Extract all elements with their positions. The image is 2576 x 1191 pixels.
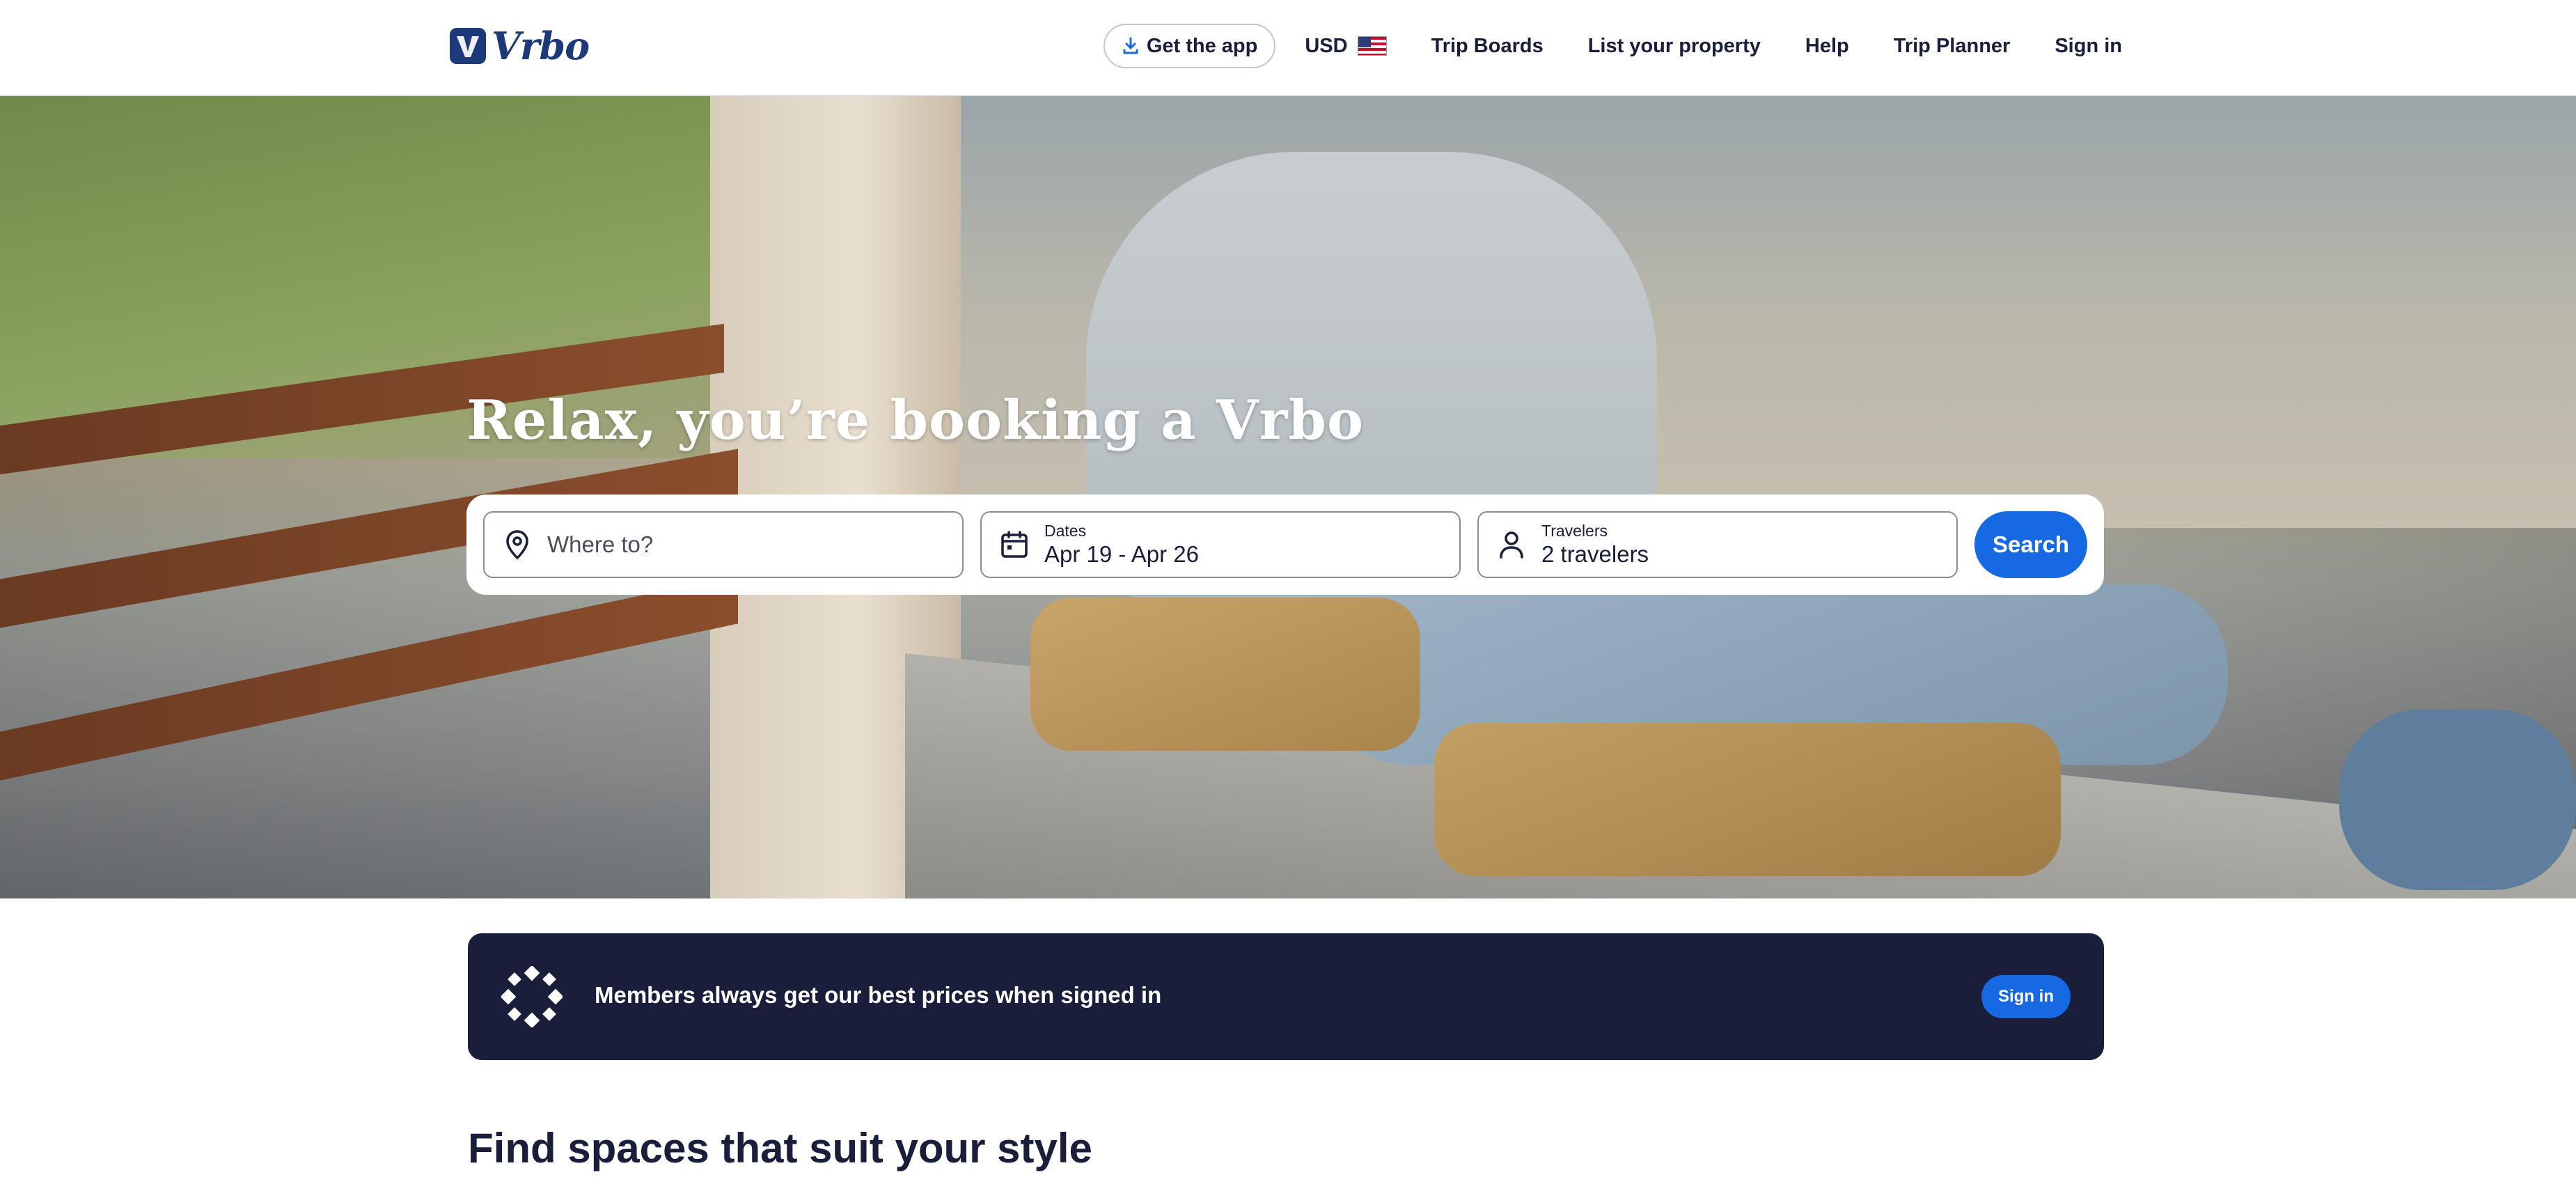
member-rewards-icon [501,966,563,1027]
search-bar: Where to? Dates Apr 19 - Apr 26 Traveler… [466,495,2104,595]
nav-trip-boards[interactable]: Trip Boards [1431,35,1544,58]
vrbo-logo[interactable]: Vrbo [450,24,590,68]
get-the-app-label: Get the app [1146,34,1258,57]
dates-value: Apr 19 - Apr 26 [1044,541,1199,567]
travelers-value: 2 travelers [1541,541,1649,567]
member-prices-banner: Members always get our best prices when … [468,933,2104,1060]
header-nav: Get the app USD Trip Boards List your pr… [1103,24,2122,68]
dates-label: Dates [1044,522,1087,540]
person-icon [1495,529,1527,561]
nav-help[interactable]: Help [1805,35,1849,58]
destination-placeholder: Where to? [547,531,654,557]
travelers-label: Travelers [1541,522,1608,540]
currency-label: USD [1305,34,1348,57]
currency-selector[interactable]: USD [1305,34,1387,58]
hero-title: Relax, you’re booking a Vrbo [466,389,1365,452]
download-icon [1123,37,1138,54]
destination-field[interactable]: Where to? [483,511,964,578]
us-flag-icon [1357,36,1387,56]
get-the-app-button[interactable]: Get the app [1103,24,1276,68]
travelers-field[interactable]: Travelers 2 travelers [1477,511,1958,578]
hero-photo-cushion [1434,723,2061,876]
banner-sign-in-button[interactable]: Sign in [1981,975,2071,1018]
logo-text: Vrbo [492,24,590,68]
calendar-icon [998,529,1030,561]
logo-mark-icon [450,28,486,64]
hero-banner: Relax, you’re booking a Vrbo Where to? D… [0,96,2576,898]
nav-trip-planner[interactable]: Trip Planner [1894,35,2011,58]
nav-sign-in[interactable]: Sign in [2055,35,2122,58]
hero-photo-cushion [1030,598,1420,751]
top-header: Vrbo Get the app USD Trip Boards List yo… [0,0,2576,96]
member-prices-text: Members always get our best prices when … [595,982,1162,1008]
search-button[interactable]: Search [1974,511,2087,578]
nav-list-your-property[interactable]: List your property [1588,35,1761,58]
dates-field[interactable]: Dates Apr 19 - Apr 26 [980,511,1461,578]
location-pin-icon [501,529,533,561]
hero-photo-rug [2339,709,2576,890]
section-title: Find spaces that suit your style [468,1125,1092,1171]
